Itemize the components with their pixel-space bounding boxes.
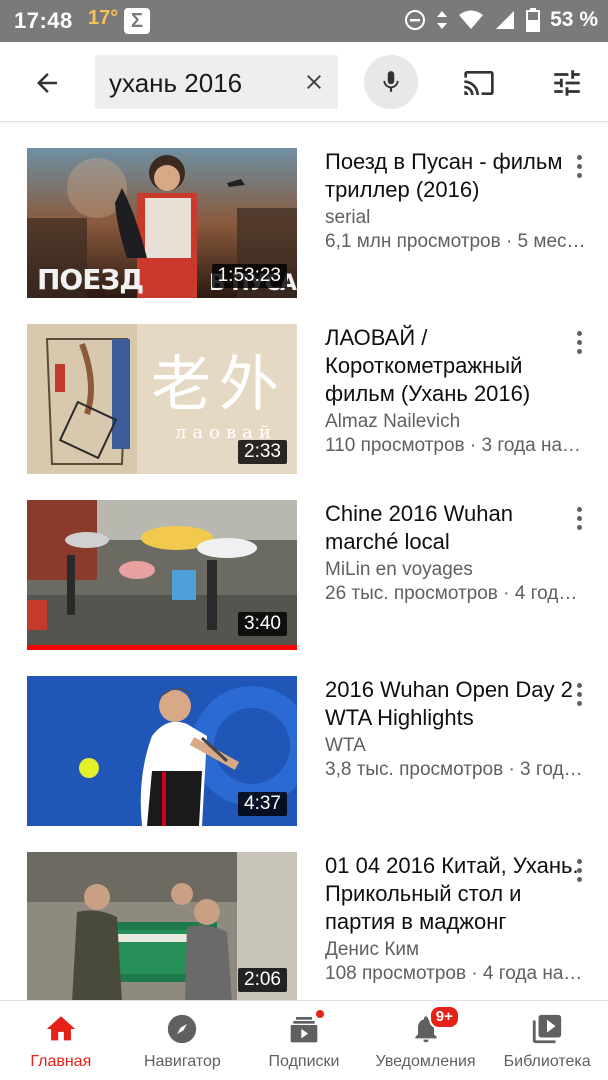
video-title[interactable]: 2016 Wuhan Open Day 2 WTA Highlights xyxy=(325,676,587,732)
cast-button[interactable] xyxy=(458,62,500,104)
channel-name: MiLin en voyages xyxy=(325,559,473,580)
video-thumbnail[interactable]: 3:40 xyxy=(27,500,297,650)
nav-home-label: Главная xyxy=(30,1053,92,1070)
video-thumbnail[interactable]: 老外 лаовай 2:33 xyxy=(27,324,297,474)
video-result[interactable]: ПОЕЗД В ПУСАН 1:53:23 Поезд в Пусан - фи… xyxy=(0,123,608,299)
wifi-icon xyxy=(459,10,484,29)
video-duration: 4:37 xyxy=(238,792,287,816)
voice-search-button[interactable] xyxy=(364,55,418,109)
notifications-badge: 9+ xyxy=(428,1005,460,1029)
video-meta: 2016 Wuhan Open Day 2 WTA Highlights WTA… xyxy=(325,676,587,782)
arrow-back-icon xyxy=(37,73,57,93)
more-vert-icon xyxy=(576,506,582,512)
video-title[interactable]: 01 04 2016 Китай, Ухань. Прикольный стол… xyxy=(325,852,587,936)
video-duration: 2:06 xyxy=(238,968,287,992)
back-button[interactable] xyxy=(26,62,68,104)
video-result[interactable]: 2:06 01 04 2016 Китай, Ухань. Прикольный… xyxy=(0,827,608,1000)
library-icon xyxy=(529,1011,565,1047)
channel-name: Денис Ким xyxy=(325,939,420,960)
video-stats: 108 просмотров · 4 года назад xyxy=(325,963,587,984)
thumbnail-chinese-title: 老外 xyxy=(151,350,287,420)
compass-icon xyxy=(164,1011,200,1047)
battery-percent: 53 % xyxy=(550,8,598,31)
more-options-button[interactable] xyxy=(568,327,590,357)
clear-search-button[interactable] xyxy=(300,68,328,96)
status-icons: 53 % xyxy=(404,8,598,32)
video-meta: Chine 2016 Wuhan marché local MiLin en v… xyxy=(325,500,587,606)
video-meta: ЛАОВАЙ / Короткометражный фильм (Ухань 2… xyxy=(325,324,587,458)
cast-icon xyxy=(464,71,494,95)
nav-subscriptions[interactable]: Подписки xyxy=(243,1001,365,1080)
video-thumbnail[interactable]: 4:37 xyxy=(27,676,297,826)
video-thumbnail[interactable]: ПОЕЗД В ПУСАН 1:53:23 xyxy=(27,148,297,298)
filter-button[interactable] xyxy=(546,62,588,104)
video-stats: 3,8 тыс. просмотров · 3 года назад xyxy=(325,759,587,780)
more-options-button[interactable] xyxy=(568,151,590,181)
video-duration: 3:40 xyxy=(238,612,287,636)
home-icon xyxy=(43,1011,79,1047)
new-content-dot xyxy=(315,1009,326,1019)
status-temperature: 17° xyxy=(88,7,119,29)
video-meta: 01 04 2016 Китай, Ухань. Прикольный стол… xyxy=(325,852,587,986)
video-stats: 6,1 млн просмотров · 5 месяцев назад xyxy=(325,231,587,252)
tune-icon xyxy=(554,70,580,96)
bottom-navigation: Главная Навигатор Подписки 9+ Уведомлени… xyxy=(0,1000,608,1080)
video-title[interactable]: Поезд в Пусан - фильм триллер (2016) xyxy=(325,148,587,204)
video-stats: 110 просмотров · 3 года назад xyxy=(325,435,587,456)
search-input[interactable]: ухань 2016 xyxy=(95,55,338,109)
video-title[interactable]: Chine 2016 Wuhan marché local xyxy=(325,500,587,556)
search-header: ухань 2016 xyxy=(0,42,608,122)
nav-notifications-label: Уведомления xyxy=(375,1053,476,1070)
nav-notifications[interactable]: 9+ Уведомления xyxy=(365,1001,487,1080)
do-not-disturb-icon xyxy=(405,10,426,30)
video-duration: 1:53:23 xyxy=(211,264,287,288)
nav-home[interactable]: Главная xyxy=(0,1001,122,1080)
nav-library-label: Библиотека xyxy=(503,1053,591,1070)
video-result[interactable]: 老外 лаовай 2:33 ЛАОВАЙ / Короткометражный… xyxy=(0,299,608,475)
more-options-button[interactable] xyxy=(568,855,590,885)
microphone-icon xyxy=(383,71,399,92)
more-vert-icon xyxy=(576,330,582,336)
signal-icon xyxy=(496,11,515,29)
nav-library[interactable]: Библиотека xyxy=(486,1001,608,1080)
search-query-text: ухань 2016 xyxy=(109,68,243,98)
nav-explore[interactable]: Навигатор xyxy=(122,1001,244,1080)
nav-explore-label: Навигатор xyxy=(143,1053,221,1070)
video-result[interactable]: 4:37 2016 Wuhan Open Day 2 WTA Highlight… xyxy=(0,651,608,827)
video-meta: Поезд в Пусан - фильм триллер (2016) ser… xyxy=(325,148,587,254)
search-results-list: ПОЕЗД В ПУСАН 1:53:23 Поезд в Пусан - фи… xyxy=(0,123,608,1000)
channel-name: WTA xyxy=(325,735,366,756)
video-result[interactable]: 3:40 Chine 2016 Wuhan marché local MiLin… xyxy=(0,475,608,651)
more-options-button[interactable] xyxy=(568,679,590,709)
channel-name: Almaz Nailevich xyxy=(325,411,461,432)
battery-icon xyxy=(526,8,541,32)
video-title[interactable]: ЛАОВАЙ / Короткометражный фильм (Ухань 2… xyxy=(325,324,587,408)
channel-name: serial xyxy=(325,207,371,228)
app-notification-icon: Σ xyxy=(124,8,150,34)
video-duration: 2:33 xyxy=(238,440,287,464)
thumbnail-caption-left: ПОЕЗД xyxy=(37,263,144,296)
watched-progress-bar xyxy=(27,645,297,650)
data-arrows-icon xyxy=(437,11,448,29)
video-thumbnail[interactable]: 2:06 xyxy=(27,852,297,1000)
status-time: 17:48 xyxy=(14,8,73,33)
status-bar: 17:48 17° Σ 53 % xyxy=(0,0,608,42)
nav-subscriptions-label: Подписки xyxy=(268,1053,340,1070)
more-options-button[interactable] xyxy=(568,503,590,533)
video-stats: 26 тыс. просмотров · 4 года назад xyxy=(325,583,587,604)
close-icon xyxy=(307,75,321,89)
more-vert-icon xyxy=(576,154,582,160)
more-vert-icon xyxy=(576,682,582,688)
more-vert-icon xyxy=(576,858,582,864)
